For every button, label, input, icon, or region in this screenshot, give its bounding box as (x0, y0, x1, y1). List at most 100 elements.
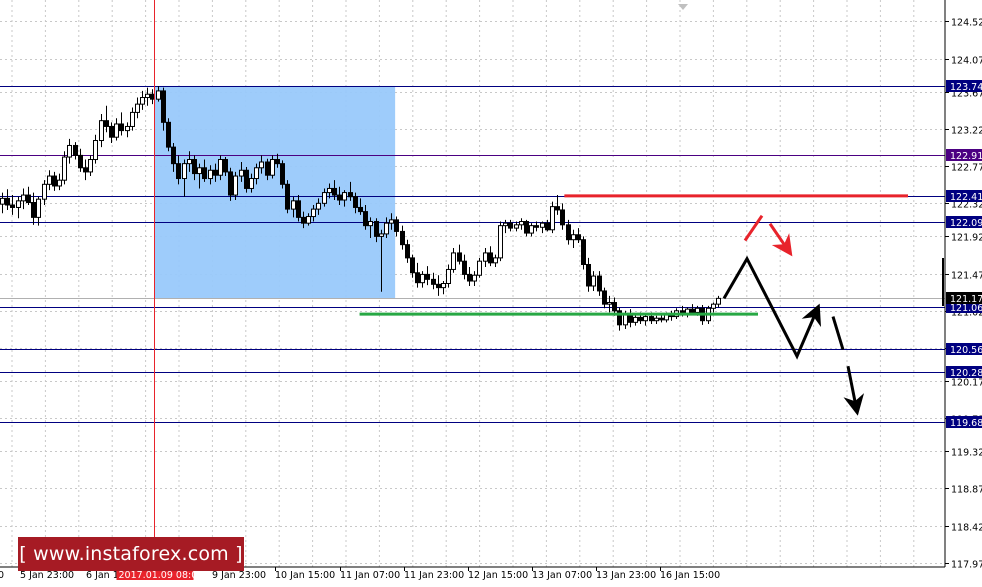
candle-body-bull (249, 178, 254, 189)
candle-body-bull (182, 163, 187, 180)
price-tick-label: 121.47 (951, 271, 982, 282)
price-tick-label: 122.77 (951, 163, 982, 174)
candle-body-bear (332, 187, 337, 196)
candle-body-bull (540, 222, 545, 228)
time-tick-label: 11 Jan 07:00 (340, 570, 400, 581)
candle-body-bear (638, 316, 643, 322)
candle-body-bear (73, 144, 78, 156)
candle-body-bull (451, 252, 456, 270)
candle-body-bull (99, 120, 104, 142)
candle-body-bull (477, 260, 482, 276)
candle-body-bear (374, 221, 379, 237)
candle-body-bull (239, 169, 244, 177)
candle-body-bear (405, 244, 410, 259)
candle-body-bear (285, 183, 290, 210)
candle-body-bear (161, 90, 166, 123)
candle-body-bear (348, 192, 353, 198)
candle-body-bear (104, 120, 109, 127)
price-tick-label: 124.52 (951, 18, 982, 29)
candle-body-bear (488, 252, 493, 264)
candle-body-bull (62, 156, 67, 181)
price-tick-label: 119.32 (951, 448, 982, 459)
candle-body-bull (446, 268, 451, 284)
cursor-date-label: 2017.01.09 08:00 (119, 570, 204, 581)
candle-body-bull (327, 187, 332, 194)
highlight-zone-layer (154, 85, 396, 299)
candle-body-bear (534, 225, 539, 228)
current-bar-marker (942, 258, 944, 306)
candle-body-bull (306, 216, 311, 224)
candle-body-bear (659, 317, 664, 321)
candle-body-bull (57, 179, 62, 187)
candle-body-bear (394, 219, 399, 232)
level-label-text: 122.91 (950, 151, 982, 162)
candle-body-bull (42, 183, 47, 200)
candle-body-bear (119, 123, 124, 132)
candle-body-bear (296, 200, 301, 218)
level-label-text: 122.09 (950, 218, 982, 229)
candle-body-bull (493, 257, 498, 264)
candle-body-bull (519, 221, 524, 226)
price-tick-label: 121.92 (951, 233, 982, 244)
candle-body-bear (431, 278, 436, 285)
candle-body-bear (597, 275, 602, 292)
candle-body-bull (384, 222, 389, 235)
highlight-zone (154, 85, 396, 299)
candle-body-bear (508, 222, 513, 229)
candle-body-bear (400, 230, 405, 246)
candle-body-bull (529, 225, 534, 234)
time-tick-label: 11 Jan 23:00 (404, 570, 464, 581)
candle-body-bull (135, 103, 140, 113)
candle-body-bull (125, 125, 130, 132)
candle-body-bull (311, 208, 316, 218)
candle-body-bear (353, 196, 358, 208)
level-label-text: 120.28 (950, 368, 982, 379)
candle-body-bear (649, 316, 654, 322)
candle-body-bear (410, 257, 415, 274)
candle-body-bull (503, 222, 508, 227)
candle-body-bear (176, 163, 181, 180)
candle-body-bear (78, 154, 83, 169)
candle-body-bear (166, 121, 171, 148)
time-tick-label: 12 Jan 15:00 (468, 570, 528, 581)
candle-body-bull (93, 140, 98, 161)
candle-body-bull (88, 159, 93, 173)
candle-body-bull (16, 200, 21, 208)
candle-body-bull (254, 167, 259, 180)
candle-body-bear (213, 169, 218, 176)
candle-body-bull (342, 192, 347, 201)
time-tick-label: 9 Jan 23:00 (212, 570, 266, 581)
candle-body-bear (192, 159, 197, 175)
candle-body-bull (145, 93, 150, 99)
level-label-text: 119.68 (950, 418, 982, 429)
candle-body-bull (695, 307, 700, 313)
time-tick-label: 5 Jan 23:00 (20, 570, 74, 581)
candle-body-bear (202, 167, 207, 180)
candle-body-bear (10, 204, 15, 208)
candle-body-bear (457, 252, 462, 262)
candle-body-bull (67, 144, 72, 158)
candle-body-bull (633, 316, 638, 323)
level-label-text: 122.41 (950, 192, 982, 203)
price-tick-label: 123.22 (951, 126, 982, 137)
watermark-logo: [ www.instaforex.com ] (18, 537, 244, 571)
candle-body-bull (130, 111, 135, 127)
candle-body-bull (379, 233, 384, 237)
time-tick-label: 13 Jan 23:00 (596, 570, 656, 581)
candle-body-bull (591, 275, 596, 287)
candle-body-bear (363, 211, 368, 227)
time-edge-label: 0 (0, 570, 4, 581)
candle-body-bear (337, 194, 342, 201)
candle-body-bear (425, 273, 430, 280)
price-chart[interactable]: 124.52124.07123.67123.22122.77122.32121.… (0, 0, 982, 587)
candle-body-bull (550, 206, 555, 231)
candle-body-bull (140, 97, 145, 105)
candle-body-bear (566, 224, 571, 241)
price-tick-label: 118.42 (951, 523, 982, 534)
level-label-text: 121.17 (950, 294, 982, 305)
level-label-text: 120.56 (950, 345, 982, 356)
candle-body-bear (602, 290, 607, 305)
candle-body-bear (265, 161, 270, 176)
candle-body-bull (218, 159, 223, 176)
candle-body-bull (114, 123, 119, 138)
